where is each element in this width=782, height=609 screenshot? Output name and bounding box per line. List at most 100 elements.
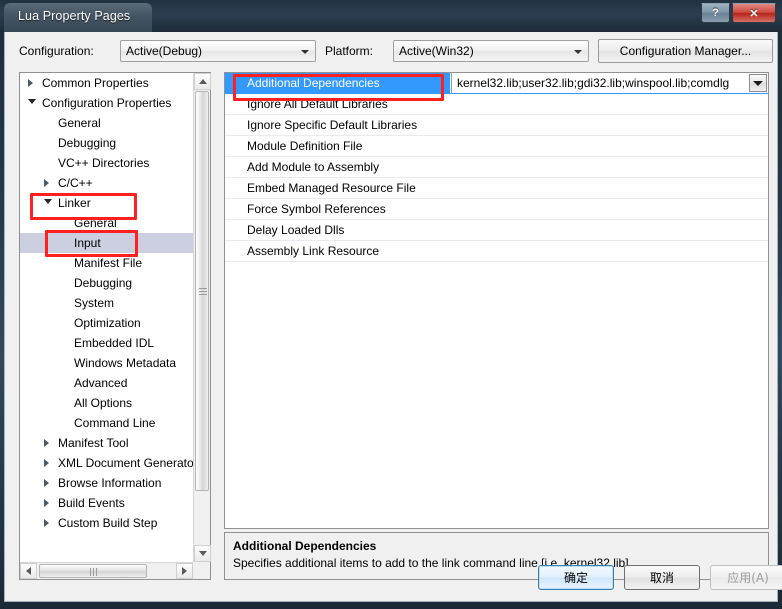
- chevron-right-icon[interactable]: [44, 459, 49, 467]
- configuration-combobox[interactable]: Active(Debug): [120, 40, 316, 62]
- property-row[interactable]: Module Definition File: [225, 136, 768, 157]
- tree-item-label: Debugging: [74, 276, 133, 290]
- tree-item-label: Browse Information: [58, 476, 162, 490]
- vertical-scroll-thumb[interactable]: [195, 91, 209, 491]
- close-button[interactable]: ✕: [732, 3, 776, 23]
- tree-item-vc-directories[interactable]: VC++ Directories: [20, 153, 193, 173]
- arrow-up-icon: [198, 79, 207, 84]
- tree-item-windows-metadata[interactable]: Windows Metadata: [20, 353, 193, 373]
- tree-item-label: All Options: [74, 396, 133, 410]
- tree-item-embedded-idl[interactable]: Embedded IDL: [20, 333, 193, 353]
- property-name: Assembly Link Resource: [247, 244, 380, 258]
- chevron-right-icon[interactable]: [44, 499, 49, 507]
- property-tree[interactable]: Common Properties Configuration Propertie…: [20, 73, 193, 560]
- value-dropdown-button[interactable]: [749, 74, 767, 92]
- tree-item-label: Debugging: [58, 136, 117, 150]
- property-grid-panel: Additional Dependencies kernel32.lib;user…: [224, 72, 769, 529]
- tree-item-xml-document-generator[interactable]: XML Document Generator: [20, 453, 193, 473]
- tree-item-c-c[interactable]: C/C++: [20, 173, 193, 193]
- tree-item-label: C/C++: [58, 176, 93, 190]
- tree-item-manifest-tool[interactable]: Manifest Tool: [20, 433, 193, 453]
- chevron-right-icon[interactable]: [44, 179, 49, 187]
- description-title: Additional Dependencies: [233, 539, 377, 553]
- tree-item-browse-information[interactable]: Browse Information: [20, 473, 193, 493]
- tree-item-debugging[interactable]: Debugging: [20, 273, 193, 293]
- platform-value: Active(Win32): [399, 44, 474, 58]
- property-row[interactable]: Embed Managed Resource File: [225, 178, 768, 199]
- platform-combobox[interactable]: Active(Win32): [393, 40, 589, 62]
- platform-label: Platform:: [325, 44, 374, 58]
- tree-item-advanced[interactable]: Advanced: [20, 373, 193, 393]
- dialog-client-area: Configuration: Active(Debug) Platform: A…: [4, 32, 782, 602]
- apply-button[interactable]: 应用(A): [710, 565, 782, 590]
- scroll-up-button[interactable]: [194, 73, 211, 90]
- tree-item-label: Custom Build Step: [58, 516, 158, 530]
- chevron-down-icon[interactable]: [28, 99, 36, 104]
- title-bar: Lua Property Pages ? ✕: [0, 0, 782, 32]
- property-name: Ignore Specific Default Libraries: [247, 118, 418, 132]
- tree-item-label: Common Properties: [42, 76, 149, 90]
- property-row[interactable]: Add Module to Assembly: [225, 157, 768, 178]
- tree-item-label: Windows Metadata: [74, 356, 177, 370]
- tree-item-label: Configuration Properties: [42, 96, 172, 110]
- tree-item-label: General: [74, 216, 117, 230]
- property-value[interactable]: kernel32.lib;user32.lib;gdi32.lib;winspo…: [451, 73, 768, 94]
- tree-item-label: Build Events: [58, 496, 125, 510]
- property-row[interactable]: Ignore All Default Libraries: [225, 94, 768, 115]
- property-name: Embed Managed Resource File: [247, 181, 416, 195]
- configuration-toolbar: Configuration: Active(Debug) Platform: A…: [5, 32, 777, 68]
- tree-item-linker[interactable]: Linker: [20, 193, 193, 213]
- scroll-down-button[interactable]: [194, 545, 211, 562]
- property-row[interactable]: Delay Loaded Dlls: [225, 220, 768, 241]
- tree-item-manifest-file[interactable]: Manifest File: [20, 253, 193, 273]
- property-row[interactable]: Assembly Link Resource: [225, 241, 768, 262]
- tree-item-all-options[interactable]: All Options: [20, 393, 193, 413]
- tree-item-configuration-properties[interactable]: Configuration Properties: [20, 93, 193, 113]
- property-tree-panel: Common Properties Configuration Propertie…: [19, 72, 211, 580]
- chevron-right-icon[interactable]: [28, 79, 33, 87]
- tree-item-system[interactable]: System: [20, 293, 193, 313]
- caption-button-group: ? ✕: [701, 3, 776, 23]
- help-button[interactable]: ?: [701, 3, 730, 23]
- chevron-right-icon[interactable]: [44, 519, 49, 527]
- window-title: Lua Property Pages: [4, 3, 153, 32]
- tree-item-label: Linker: [58, 196, 91, 210]
- cancel-button[interactable]: 取消: [624, 565, 700, 590]
- tree-item-label: Advanced: [74, 376, 128, 390]
- tree-item-label: Optimization: [74, 316, 141, 330]
- dialog-footer: 确定 取消 应用(A): [5, 563, 782, 597]
- tree-item-build-events[interactable]: Build Events: [20, 493, 193, 513]
- chevron-right-icon[interactable]: [44, 439, 49, 447]
- tree-item-command-line[interactable]: Command Line: [20, 413, 193, 433]
- configuration-value: Active(Debug): [126, 44, 203, 58]
- arrow-down-icon: [198, 551, 207, 556]
- chevron-down-icon[interactable]: [44, 199, 52, 204]
- tree-item-optimization[interactable]: Optimization: [20, 313, 193, 333]
- tree-vertical-scrollbar[interactable]: [193, 73, 211, 562]
- chevron-right-icon[interactable]: [44, 479, 49, 487]
- tree-item-label: System: [74, 296, 115, 310]
- tree-item-general[interactable]: General: [20, 213, 193, 233]
- tree-item-label: Manifest Tool: [58, 436, 129, 450]
- chevron-down-icon: [574, 50, 582, 54]
- ok-button[interactable]: 确定: [538, 565, 614, 590]
- tree-item-label: Command Line: [74, 416, 156, 430]
- tree-item-input[interactable]: Input: [20, 233, 193, 253]
- configuration-label: Configuration:: [19, 44, 94, 58]
- property-row[interactable]: Force Symbol References: [225, 199, 768, 220]
- tree-item-general[interactable]: General: [20, 113, 193, 133]
- tree-item-label: Embedded IDL: [74, 336, 155, 350]
- tree-item-label: VC++ Directories: [58, 156, 150, 170]
- configuration-manager-button[interactable]: Configuration Manager...: [598, 39, 773, 63]
- property-name: Force Symbol References: [247, 202, 386, 216]
- property-name: Ignore All Default Libraries: [247, 97, 388, 111]
- grip-icon: [199, 287, 207, 295]
- tree-item-debugging[interactable]: Debugging: [20, 133, 193, 153]
- property-name: Additional Dependencies: [225, 73, 450, 94]
- property-row[interactable]: Ignore Specific Default Libraries: [225, 115, 768, 136]
- property-row[interactable]: Additional Dependencies kernel32.lib;user…: [225, 73, 768, 94]
- property-grid[interactable]: Additional Dependencies kernel32.lib;user…: [225, 73, 768, 528]
- tree-item-label: General: [58, 116, 101, 130]
- tree-item-common-properties[interactable]: Common Properties: [20, 73, 193, 93]
- tree-item-custom-build-step[interactable]: Custom Build Step: [20, 513, 193, 533]
